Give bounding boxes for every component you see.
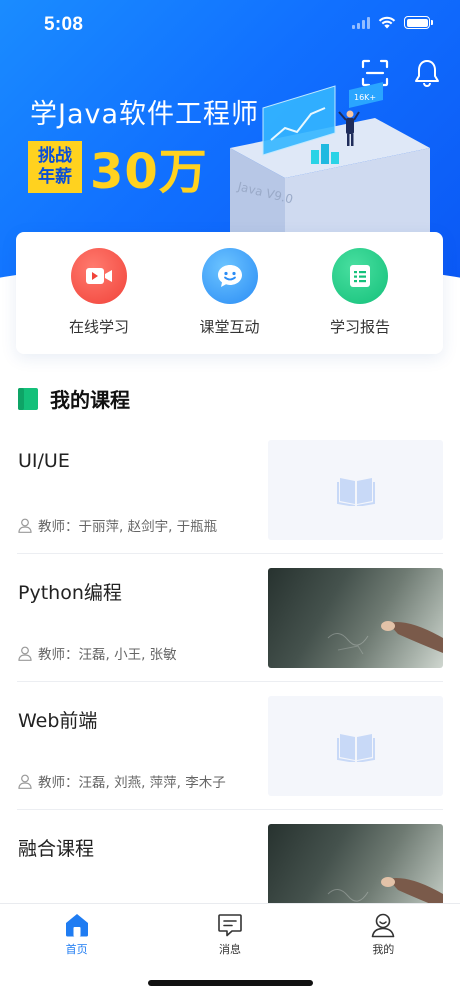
hero-challenge: 挑战 年薪 30万 [28, 132, 208, 202]
hero-illustration: Java V9.0 16K+ [230, 82, 430, 258]
course-name: 融合课程 [18, 838, 95, 860]
course-teacher: 教师：汪磊, 刘燕, 萍萍, 李木子 [18, 771, 226, 791]
bookmark-icon [18, 387, 38, 410]
course-name: Web前端 [18, 710, 98, 732]
course-item[interactable]: Python编程 教师：汪磊, 小王, 张敏 [17, 554, 443, 682]
quick-action-study-report[interactable]: 学习报告 [309, 248, 411, 354]
course-thumbnail[interactable] [268, 568, 443, 668]
status-time: 5:08 [44, 14, 84, 35]
course-teacher-text: 教师：于丽萍, 赵剑宇, 于瓶瓶 [38, 519, 218, 535]
challenge-amount: 30万 [90, 144, 208, 200]
challenge-line2: 年薪 [38, 167, 72, 187]
illustration-badge: 16K+ [354, 93, 376, 102]
course-thumbnail[interactable] [268, 440, 443, 540]
course-teacher-text: 教师：汪磊, 小王, 张敏 [38, 647, 177, 663]
book-placeholder-icon [336, 734, 375, 762]
quick-actions-card: 在线学习 课堂互动 学习报告 [16, 232, 443, 354]
person-icon [18, 774, 32, 789]
video-icon [71, 248, 127, 304]
status-bar: 5:08 [0, 0, 460, 52]
section-title: 我的课程 [50, 388, 130, 412]
course-list: UI/UE 教师：于丽萍, 赵剑宇, 于瓶瓶 Python编程 教师：汪磊, 小… [17, 426, 443, 938]
course-item[interactable]: Web前端 教师：汪磊, 刘燕, 萍萍, 李木子 [17, 682, 443, 810]
report-icon [332, 248, 388, 304]
person-icon [18, 646, 32, 661]
chalkboard-photo [327, 621, 443, 655]
course-teacher: 教师：汪磊, 小王, 张敏 [18, 643, 177, 663]
tab-label: 首页 [65, 943, 88, 956]
signal-icon [352, 16, 370, 29]
quick-action-online-study[interactable]: 在线学习 [48, 248, 150, 354]
home-icon [65, 914, 88, 937]
quick-action-label: 课堂互动 [199, 318, 260, 336]
person-icon [18, 518, 32, 533]
quick-action-label: 学习报告 [329, 318, 390, 336]
tab-label: 消息 [218, 943, 241, 956]
course-name: Python编程 [18, 582, 122, 604]
wifi-icon [378, 16, 396, 29]
profile-icon [372, 913, 395, 938]
home-indicator [148, 980, 313, 986]
battery-icon [404, 16, 433, 29]
status-icons [352, 16, 433, 29]
course-teacher: 教师：于丽萍, 赵剑宇, 于瓶瓶 [18, 515, 217, 535]
tab-profile[interactable]: 我的 [307, 904, 460, 996]
course-teacher-text: 教师：汪磊, 刘燕, 萍萍, 李木子 [38, 775, 226, 791]
challenge-line1: 挑战 [38, 146, 72, 166]
book-placeholder-icon [336, 478, 375, 506]
tab-home[interactable]: 首页 [0, 904, 153, 996]
tab-label: 我的 [372, 943, 395, 956]
message-icon [218, 914, 242, 937]
chat-smile-icon [201, 248, 258, 304]
course-thumbnail[interactable] [268, 696, 443, 796]
quick-action-label: 在线学习 [68, 318, 129, 336]
course-name: UI/UE [18, 450, 70, 472]
quick-action-class-interaction[interactable]: 课堂互动 [179, 248, 281, 354]
course-item[interactable]: UI/UE 教师：于丽萍, 赵剑宇, 于瓶瓶 [17, 426, 443, 554]
my-courses-header: 我的课程 [18, 384, 130, 413]
challenge-badge: 挑战 年薪 [28, 141, 82, 193]
